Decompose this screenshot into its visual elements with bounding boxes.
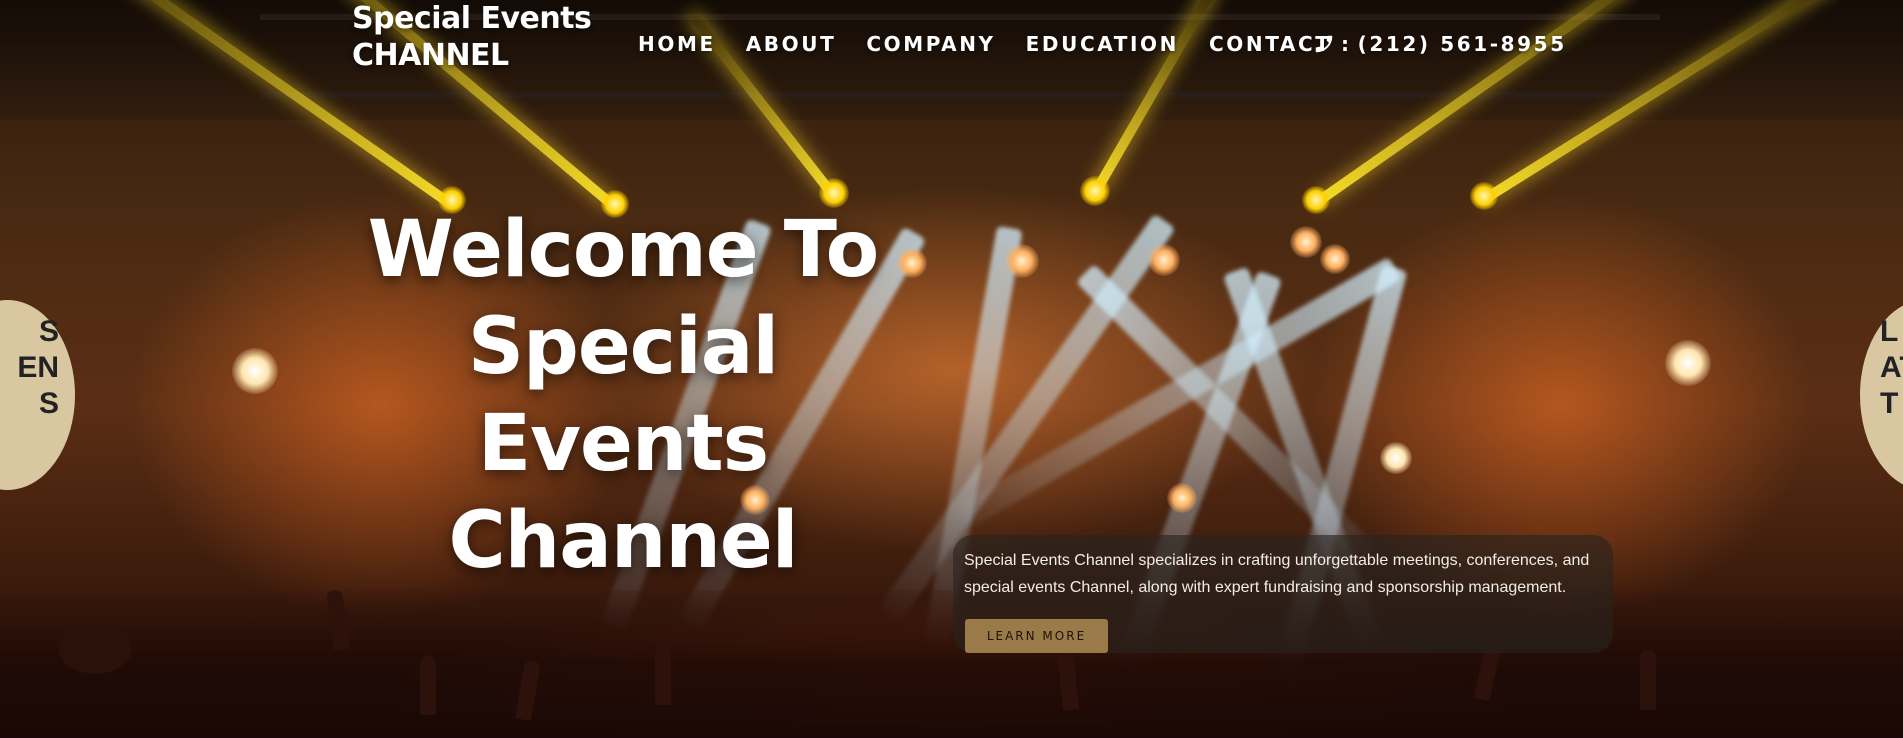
stage-light bbox=[1302, 186, 1330, 214]
hero-title: Welcome To Special Events Channel bbox=[318, 202, 928, 590]
stage-light bbox=[1470, 182, 1498, 210]
stage-light bbox=[1167, 483, 1197, 513]
truss-bar bbox=[260, 92, 1660, 98]
stage-light bbox=[1290, 226, 1322, 258]
main-nav: HOME ABOUT COMPANY EDUCATION CONTACT bbox=[638, 32, 1362, 56]
phone-number: (212) 561-8955 bbox=[1357, 32, 1567, 56]
learn-more-button[interactable]: LEARN MORE bbox=[965, 619, 1108, 653]
hero-title-line-1: Welcome To bbox=[367, 205, 879, 295]
logo-line-1: Special Events bbox=[352, 1, 592, 36]
crowd bbox=[0, 590, 1903, 738]
phone-link[interactable]: : (212) 561-8955 bbox=[1313, 32, 1567, 56]
phone-icon bbox=[1315, 35, 1333, 53]
intro-description: Special Events Channel specializes in cr… bbox=[964, 552, 1590, 596]
hero-title-line-3: Channel bbox=[448, 496, 798, 586]
nav-home[interactable]: HOME bbox=[638, 32, 716, 56]
side-banner-left: S EN S bbox=[0, 300, 75, 490]
stage-light bbox=[1005, 244, 1039, 278]
nav-about[interactable]: ABOUT bbox=[746, 32, 837, 56]
stage-light bbox=[1665, 340, 1711, 386]
stage-light bbox=[1320, 244, 1350, 274]
hero-background: S EN S L AT T bbox=[0, 0, 1903, 738]
stage-light bbox=[1148, 244, 1180, 276]
side-banner-right: L AT T bbox=[1860, 300, 1903, 490]
nav-education[interactable]: EDUCATION bbox=[1026, 32, 1179, 56]
phone-prefix: : bbox=[1341, 32, 1352, 56]
stage-light bbox=[1080, 176, 1110, 206]
logo-line-2: CHANNEL bbox=[352, 38, 509, 73]
intro-card: Special Events Channel specializes in cr… bbox=[953, 535, 1613, 653]
crowd-hand bbox=[1640, 650, 1656, 710]
crowd-hand bbox=[420, 655, 436, 715]
stage-light bbox=[232, 348, 278, 394]
stage-light bbox=[1380, 442, 1412, 474]
nav-company[interactable]: COMPANY bbox=[866, 32, 995, 56]
hero-title-line-2: Special Events bbox=[467, 302, 779, 489]
site-logo[interactable]: Special Events CHANNEL bbox=[352, 0, 612, 74]
crowd-hand bbox=[655, 645, 671, 705]
